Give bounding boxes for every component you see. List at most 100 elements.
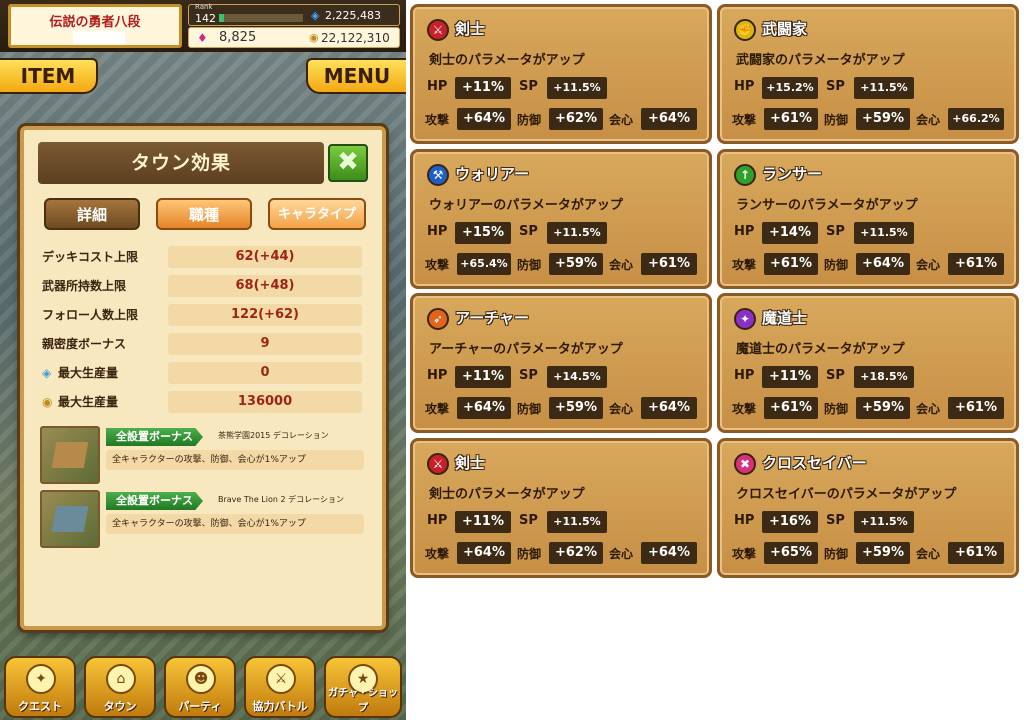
job-description: クロスセイバーのパラメータがアップ (736, 487, 957, 502)
stat-row: 武器所持数上限 68(+48) (42, 275, 362, 297)
rank-progress-bar (219, 14, 303, 22)
player-stats: Rank 142 ◈ 2,225,483 ♦ 8,825 ◉ 22,122,31… (188, 3, 400, 48)
tab-detail[interactable]: 詳細 (44, 198, 140, 230)
item-button[interactable]: ITEM (0, 58, 98, 94)
job-card: ✖ クロスセイバー クロスセイバーのパラメータがアップ HP +16% SP +11.5% 攻… (717, 438, 1019, 578)
defense-value: +59% (856, 108, 910, 130)
critical-label: 会心 (609, 547, 634, 561)
stat-label-wrap: ◉ 最大生産量 (42, 391, 164, 413)
nav-quest-button[interactable]: ✦ クエスト (4, 656, 76, 718)
attack-label: 攻撃 (732, 402, 757, 416)
stat-label: デッキコスト上限 (42, 250, 139, 264)
decoration-bonus: 全設置ボーナス 茶熊学園2015 デコレーション 全キャラクターの攻撃、防御、会… (40, 426, 366, 486)
hp-label: HP (734, 368, 755, 383)
sp-value: +18.5% (854, 366, 914, 388)
bonus-description: 全キャラクターの攻撃、防御、会心が1%アップ (106, 450, 364, 470)
stat-row: ◉ 最大生産量 136000 (42, 391, 362, 413)
town-effect-dialog: タウン効果 ✖ 詳細 職種 キャラタイプ デッキコスト上限 62(+44) 武器… (20, 126, 386, 630)
sp-label: SP (826, 224, 845, 239)
decoration-name: 茶熊学園2015 デコレーション (218, 431, 329, 440)
job-card: ⚔ 剣士 剣士のパラメータがアップ HP +11% SP +11.5% 攻撃 +64% 防御 +62… (410, 438, 712, 578)
player-name-redacted (73, 31, 125, 44)
critical-label: 会心 (916, 402, 941, 416)
hp-value: +14% (762, 222, 818, 244)
critical-label: 会心 (916, 258, 941, 272)
hp-label: HP (734, 79, 755, 94)
stat-label: 最大生産量 (58, 366, 119, 380)
tab-chara-type[interactable]: キャラタイプ (268, 198, 366, 230)
critical-value: +64% (641, 397, 697, 419)
sp-label: SP (826, 368, 845, 383)
job-card: ➶ アーチャー アーチャーのパラメータがアップ HP +11% SP +14.5% 攻撃 +64… (410, 293, 712, 433)
hp-value: +11% (455, 511, 511, 533)
hp-label: HP (734, 224, 755, 239)
critical-value: +61% (948, 542, 1004, 564)
job-name: 剣士 (455, 454, 486, 472)
job-description: 武闘家のパラメータがアップ (736, 53, 905, 68)
defense-label: 防御 (824, 258, 849, 272)
defense-value: +59% (549, 397, 603, 419)
tab-job[interactable]: 職種 (156, 198, 252, 230)
defense-value: +62% (549, 542, 603, 564)
player-title: 伝説の勇者八段 (49, 15, 141, 30)
attack-value: +65.4% (457, 253, 511, 275)
stat-label-wrap: ◈ 最大生産量 (42, 362, 164, 384)
top-status-bar: 伝説の勇者八段 Rank 142 ◈ 2,225,483 ♦ 8,825 ◉ 2… (0, 0, 406, 52)
attack-value: +61% (764, 397, 818, 419)
hp-value: +15% (455, 222, 511, 244)
sp-label: SP (519, 79, 538, 94)
stat-row: ◈ 最大生産量 0 (42, 362, 362, 384)
menu-button[interactable]: MENU (306, 58, 406, 94)
sp-label: SP (519, 368, 538, 383)
hp-label: HP (427, 368, 448, 383)
stat-label: 最大生産量 (58, 395, 119, 409)
job-name: 剣士 (455, 20, 486, 38)
hp-value: +11% (455, 366, 511, 388)
attack-value: +64% (457, 108, 511, 130)
nav-gacha-shop-button[interactable]: ★ ガチャ・ショップ (324, 656, 402, 718)
job-card: ⚔ 剣士 剣士のパラメータがアップ HP +11% SP +11.5% 攻撃 +64% 防御 +62… (410, 4, 712, 144)
critical-value: +61% (948, 253, 1004, 275)
party-icon: ☻ (186, 664, 216, 694)
decoration-name: Brave The Lion 2 デコレーション (218, 495, 344, 504)
job-name: 魔道士 (762, 309, 808, 327)
sp-label: SP (826, 79, 845, 94)
nav-town-button[interactable]: ⌂ タウン (84, 656, 156, 718)
stat-row: フォロー人数上限 122(+62) (42, 304, 362, 326)
job-name: ウォリアー (455, 165, 530, 183)
stamina-icon: ◈ (42, 366, 52, 380)
job-description: 魔道士のパラメータがアップ (736, 342, 905, 357)
defense-label: 防御 (517, 258, 542, 272)
decoration-bonus: 全設置ボーナス Brave The Lion 2 デコレーション 全キャラクター… (40, 490, 366, 550)
critical-label: 会心 (609, 402, 634, 416)
critical-label: 会心 (916, 547, 941, 561)
nav-coop-battle-button[interactable]: ⚔ 協力バトル (244, 656, 316, 718)
job-description: 剣士のパラメータがアップ (429, 53, 585, 68)
close-button[interactable]: ✖ (328, 144, 368, 182)
sp-value: +14.5% (547, 366, 607, 388)
attack-label: 攻撃 (425, 402, 450, 416)
hp-value: +11% (762, 366, 818, 388)
defense-label: 防御 (824, 113, 849, 127)
defense-label: 防御 (824, 547, 849, 561)
attack-label: 攻撃 (732, 547, 757, 561)
stat-value: 122(+62) (168, 304, 362, 326)
stat-value: 9 (168, 333, 362, 355)
job-description: ランサーのパラメータがアップ (736, 198, 918, 213)
stat-label: フォロー人数上限 (42, 308, 139, 322)
coin-value: 22,122,310 (321, 31, 390, 45)
job-description: アーチャーのパラメータがアップ (429, 342, 623, 357)
critical-value: +64% (641, 108, 697, 130)
job-card: ✦ 魔道士 魔道士のパラメータがアップ HP +11% SP +18.5% 攻撃 +61% 防御 +… (717, 293, 1019, 433)
job-name: ランサー (762, 165, 823, 183)
sp-label: SP (519, 224, 538, 239)
job-name: アーチャー (455, 309, 529, 327)
job-card: ✊ 武闘家 武闘家のパラメータがアップ HP +15.2% SP +11.5% 攻撃 +61% 防… (717, 4, 1019, 144)
player-title-box[interactable]: 伝説の勇者八段 (8, 4, 182, 48)
cross-saber-icon: ✖ (734, 453, 756, 475)
hp-label: HP (427, 224, 448, 239)
hp-value: +16% (762, 511, 818, 533)
hp-label: HP (427, 513, 448, 528)
coin-icon: ◉ (309, 31, 319, 44)
nav-party-button[interactable]: ☻ パーティ (164, 656, 236, 718)
